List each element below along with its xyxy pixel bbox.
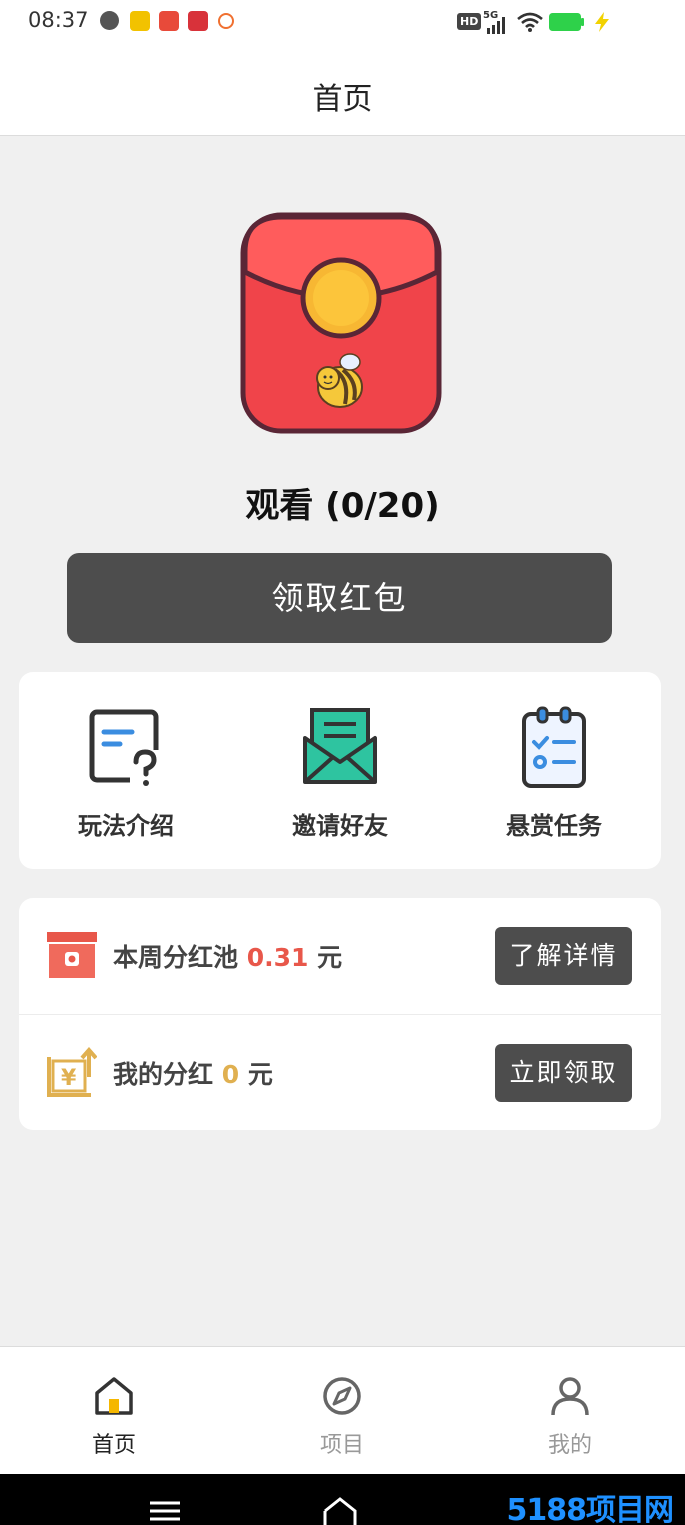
user-icon — [551, 1377, 589, 1416]
tab-home[interactable]: 首页 — [0, 1347, 228, 1475]
weekly-pool-row: 本周分红池 0.31 元 了解详情 — [19, 898, 661, 1014]
my-bonus-row: ¥ 我的分红 0 元 立即领取 — [19, 1014, 661, 1130]
watch-progress: 观看 (0/20) — [245, 486, 440, 526]
claim-red-packet-button[interactable]: 领取红包 — [67, 553, 612, 643]
watermark: 5188项目网 — [506, 1493, 674, 1525]
my-bonus-amount: 0 — [221, 1060, 240, 1089]
signal-icon — [487, 17, 505, 34]
weekly-pool-text: 本周分红池 0.31 元 — [113, 938, 342, 974]
yuan-chart-icon: ¥ — [47, 1047, 97, 1097]
gift-box-icon — [47, 932, 97, 978]
tab-mine[interactable]: 我的 — [456, 1347, 684, 1475]
tab-label: 项目 — [319, 1433, 364, 1458]
weekly-pool-label: 本周分红池 — [113, 943, 239, 972]
app-notification-icon — [188, 11, 208, 31]
compass-icon — [323, 1377, 361, 1415]
title-bar: 首页 — [0, 44, 685, 136]
tab-label: 首页 — [91, 1433, 136, 1458]
system-icons: HD 5G — [457, 10, 657, 36]
my-bonus-label: 我的分红 — [113, 1060, 214, 1089]
app-notification-icon — [130, 11, 150, 31]
invite-envelope-icon — [303, 708, 377, 784]
home-nav-icon[interactable] — [322, 1496, 358, 1525]
help-doc-icon — [89, 709, 160, 788]
app-notification-icon — [218, 13, 234, 29]
bonus-card: 本周分红池 0.31 元 了解详情 ¥ 我的分红 0 元 立即领取 — [19, 898, 661, 1130]
app-notification-icon — [159, 11, 179, 31]
feature-invite[interactable]: 邀请好友 — [233, 672, 447, 869]
my-bonus-text: 我的分红 0 元 — [113, 1055, 273, 1091]
feature-label: 悬赏任务 — [506, 812, 602, 840]
charging-icon — [595, 12, 609, 32]
claim-now-button[interactable]: 立即领取 — [495, 1044, 632, 1102]
hd-icon: HD — [457, 13, 482, 30]
tab-bar: 首页 项目 我的 — [0, 1346, 685, 1474]
status-bar: 08:37 HD 5G — [0, 0, 685, 44]
page-title: 首页 — [312, 82, 373, 117]
feature-task[interactable]: 悬赏任务 — [447, 672, 661, 869]
task-clipboard-icon — [522, 706, 586, 788]
wifi-icon — [517, 12, 543, 32]
tab-projects[interactable]: 项目 — [228, 1347, 456, 1475]
red-packet-icon — [240, 212, 442, 434]
home-icon — [95, 1377, 133, 1415]
my-bonus-unit: 元 — [247, 1060, 273, 1089]
menu-icon[interactable] — [148, 1500, 182, 1522]
weekly-pool-amount: 0.31 — [246, 943, 309, 972]
battery-icon — [549, 13, 584, 31]
clock-notification-icon — [100, 11, 119, 30]
svg-text:¥: ¥ — [61, 1066, 77, 1091]
feature-label: 邀请好友 — [292, 812, 388, 840]
feature-card: 玩法介绍 邀请好友 悬赏任务 — [19, 672, 661, 869]
tab-label: 我的 — [547, 1433, 592, 1458]
feature-intro[interactable]: 玩法介绍 — [19, 672, 233, 869]
feature-label: 玩法介绍 — [78, 812, 174, 840]
status-time: 08:37 — [28, 8, 89, 32]
weekly-pool-unit: 元 — [317, 943, 343, 972]
learn-more-button[interactable]: 了解详情 — [495, 927, 632, 985]
